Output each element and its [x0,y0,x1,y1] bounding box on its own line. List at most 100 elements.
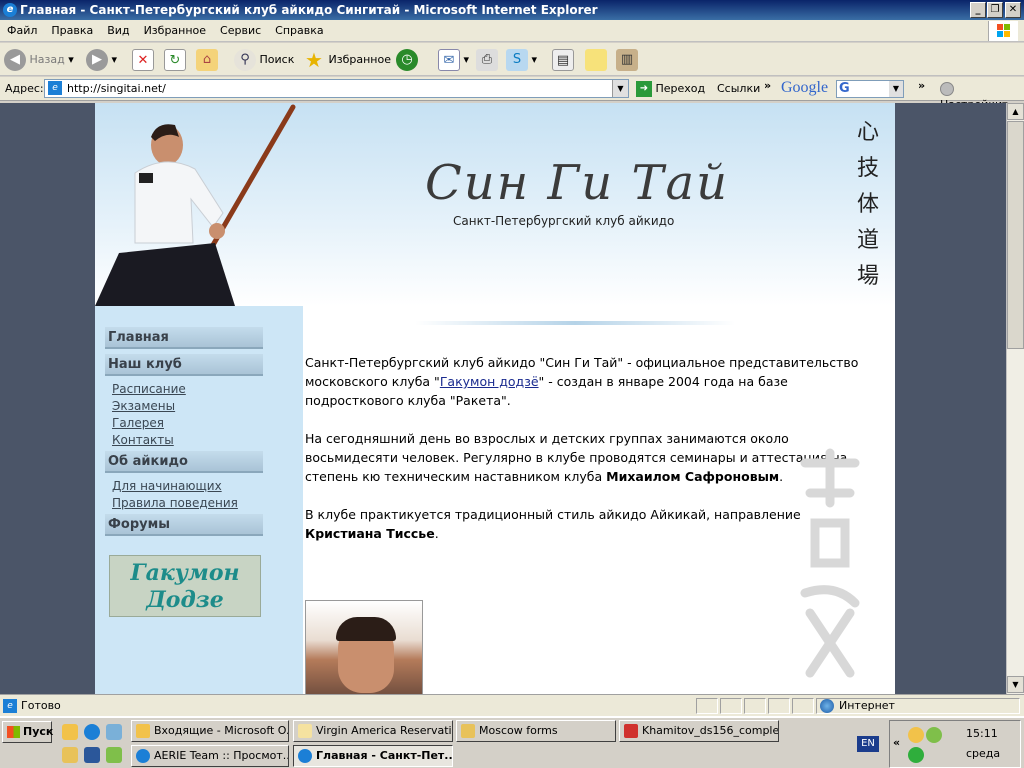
nav-link-beginners[interactable]: Для начинающих [112,479,222,493]
gakumon-dojo-banner[interactable]: Гакумон Додзе [109,555,261,617]
nav-forums[interactable]: Форумы [105,514,263,536]
go-button[interactable]: ➜ Переход [636,80,705,98]
menu-view[interactable]: Вид [100,20,136,42]
favorites-button[interactable]: ★ Избранное [303,47,391,73]
vertical-scrollbar[interactable]: ▲ ▼ [1006,103,1024,694]
address-dropdown-icon[interactable]: ▼ [612,80,628,97]
menu-edit[interactable]: Правка [44,20,100,42]
task-singitai-active[interactable]: Главная - Санкт-Пет... [293,745,453,767]
notes-button[interactable] [585,47,607,73]
close-button[interactable]: ✕ [1005,2,1021,18]
address-bar: Адрес: e http://singitai.net/ ▼ ➜ Перехо… [0,77,1024,111]
nav-home[interactable]: Главная [105,327,263,349]
back-button[interactable]: ◀ Назад ▾ [4,47,74,73]
task-label: Moscow forms [479,724,558,737]
scroll-up-arrow-icon[interactable]: ▲ [1007,103,1024,120]
links-chevron-icon[interactable]: » [764,79,771,92]
tissier-name: Кристиана Тиссье [305,526,435,541]
quicklaunch-word-icon[interactable] [84,747,100,763]
print-button[interactable]: ⎙ [476,47,498,73]
nav-our-club[interactable]: Наш клуб [105,354,263,376]
page-icon: e [48,81,62,95]
site-sidebar: Главная Наш клуб Расписание Экзамены Гал… [95,306,303,694]
nav-link-gallery[interactable]: Галерея [112,416,164,430]
nav-link-rules[interactable]: Правила поведения [112,496,238,510]
ie-icon [298,749,312,763]
menu-help[interactable]: Справка [268,20,330,42]
window-title: Главная - Санкт-Петербургский клуб айкид… [20,3,598,17]
site-header: Син Ги Тай Санкт-Петербургский клуб айки… [95,103,895,306]
restore-button[interactable]: ❐ [987,2,1003,18]
mail-button[interactable]: ✉ ▾ [438,47,469,73]
home-button[interactable]: ⌂ [196,47,218,73]
menu-bar: Файл Правка Вид Избранное Сервис Справка [0,20,1024,42]
language-indicator[interactable]: EN [857,736,879,752]
refresh-icon: ↻ [164,49,186,71]
star-icon: ★ [305,48,323,72]
refresh-button[interactable]: ↻ [164,47,186,73]
task-khamitov-pdf[interactable]: Khamitov_ds156_comple... [619,720,779,742]
gakumon-dojo-link[interactable]: Гакумон додзё [440,374,539,389]
nav-link-contacts[interactable]: Контакты [112,433,174,447]
menu-favorites[interactable]: Избранное [137,20,213,42]
mail-icon [298,724,312,738]
instructor-photo [305,600,423,694]
site-logo[interactable]: Син Ги Тай [425,155,729,211]
research-button[interactable]: ▥ [616,47,638,73]
zone-text: Интернет [839,699,895,712]
forward-arrow-icon: ▶ [86,49,108,71]
google-dropdown-icon[interactable]: ▼ [889,81,903,97]
start-label: Пуск [23,725,54,738]
scroll-thumb[interactable] [1007,121,1024,349]
history-icon: ◷ [396,49,418,71]
google-more-chevron-icon[interactable]: » [918,79,925,92]
kanji-char: 道 [856,228,879,253]
quicklaunch-ie-icon[interactable] [84,724,100,740]
stop-button[interactable]: ✕ [132,47,154,73]
edit-button[interactable]: ▤ [552,47,574,73]
nav-link-exams[interactable]: Экзамены [112,399,175,413]
text-span: . [434,526,439,541]
status-pane [696,698,718,714]
minimize-button[interactable]: _ [970,2,986,18]
text-span: . [779,469,784,484]
tray-clock-icon[interactable] [908,727,924,743]
task-label: AERIE Team :: Просмот... [154,749,289,762]
tray-messenger-icon[interactable] [908,747,924,763]
search-icon: ⚲ [234,49,256,71]
task-aerie-team[interactable]: AERIE Team :: Просмот... [131,745,289,767]
forward-button[interactable]: ▶ ▾ [86,47,117,73]
clock-time[interactable]: 15:11 [966,727,998,740]
start-button[interactable]: Пуск [2,721,54,743]
status-pane [792,698,814,714]
task-moscow-forms[interactable]: Moscow forms [456,720,616,742]
search-button[interactable]: ⚲ Поиск [234,47,294,73]
windows-flag-icon [7,726,20,738]
menu-file[interactable]: Файл [0,20,44,42]
kanji-char: 技 [856,156,879,181]
task-virgin-america[interactable]: Virgin America Reservati... [293,720,453,742]
links-label[interactable]: Ссылки [717,82,760,95]
nav-about-aikido[interactable]: Об айкидо [105,451,263,473]
address-input[interactable]: e http://singitai.net/ ▼ [44,79,629,98]
history-button[interactable]: ◷ [396,47,418,73]
settings-icon [940,82,954,96]
task-outlook[interactable]: Входящие - Microsoft O... [131,720,289,742]
quicklaunch-network-icon[interactable] [106,747,122,763]
google-g-icon: G [839,81,850,96]
aikido-master-image [95,104,296,306]
menu-tools[interactable]: Сервис [213,20,268,42]
quicklaunch-app-icon[interactable] [106,724,122,740]
quicklaunch-folder-icon[interactable] [62,747,78,763]
scroll-down-arrow-icon[interactable]: ▼ [1007,676,1024,693]
google-search-input[interactable]: G ▼ [836,80,904,98]
tray-network-icon[interactable] [926,727,942,743]
nav-link-schedule[interactable]: Расписание [112,382,186,396]
skype-button[interactable]: S ▾ [506,47,537,73]
quicklaunch-outlook-icon[interactable] [62,724,78,740]
task-label: Входящие - Microsoft O... [154,724,289,737]
clock-day: среда [966,747,1001,760]
web-page: Син Ги Тай Санкт-Петербургский клуб айки… [95,103,895,694]
outlook-icon [136,724,150,738]
internet-globe-icon [820,699,834,713]
